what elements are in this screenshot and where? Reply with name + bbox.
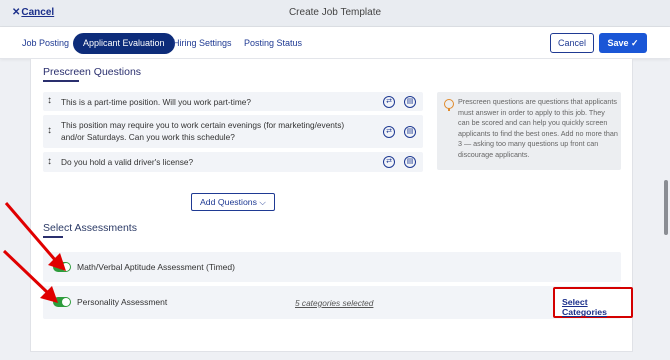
categories-selected-link[interactable]: 5 categories selected [295,298,373,308]
drag-handle-icon[interactable]: ↕ [47,95,52,106]
lightbulb-icon [444,99,454,111]
prescreen-title-underline [43,80,79,82]
assessment-label: Math/Verbal Aptitude Assessment (Timed) [77,262,235,272]
question-row[interactable]: ↕ This is a part-time position. Will you… [43,92,423,111]
add-questions-button[interactable]: Add Questions ⌵ [191,193,275,211]
scrollbar[interactable] [664,60,668,360]
tab-posting-status[interactable]: Posting Status [234,33,312,54]
tab-job-posting[interactable]: Job Posting [12,33,79,54]
assessment-row-personality: Personality Assessment 5 categories sele… [43,286,633,319]
question-text: Do you hold a valid driver's license? [61,157,194,167]
cancel-button[interactable]: Cancel [550,33,594,53]
assessment-row-math-verbal: Math/Verbal Aptitude Assessment (Timed) [43,252,621,282]
prescreen-title: Prescreen Questions [43,66,142,78]
question-text: This position may require you to work ce… [61,120,345,142]
drag-handle-icon[interactable]: ↕ [47,125,52,136]
scoring-icon[interactable]: ⇄ [383,126,395,138]
chevron-down-icon: ⌵ [259,197,266,207]
main-card: Prescreen Questions ↕ This is a part-tim… [30,59,633,352]
checkmark-icon: ✓ [631,38,639,48]
question-text: This is a part-time position. Will you w… [61,97,251,107]
top-bar: ✕Cancel Create Job Template [0,0,670,27]
add-questions-label: Add Questions [199,197,257,207]
scroll-thumb[interactable] [664,180,668,235]
tab-bar: Job Posting Applicant Evaluation Hiring … [0,27,670,59]
delete-icon[interactable]: ▤ [404,96,416,108]
question-row[interactable]: ↕ Do you hold a valid driver's license? … [43,152,423,172]
prescreen-info-text: Prescreen questions are questions that a… [458,97,618,159]
scoring-icon[interactable]: ⇄ [383,156,395,168]
save-button-label: Save [607,38,629,48]
tab-hiring-settings[interactable]: Hiring Settings [163,33,242,54]
select-categories-highlight: Select Categories [553,287,633,318]
select-categories-link[interactable]: Select Categories [562,297,631,317]
prescreen-info-box: Prescreen questions are questions that a… [437,92,621,170]
assessment-label: Personality Assessment [77,297,168,307]
scoring-icon[interactable]: ⇄ [383,96,395,108]
annotation-arrow-2 [2,249,58,303]
page-title: Create Job Template [288,7,382,18]
delete-icon[interactable]: ▤ [404,156,416,168]
drag-handle-icon[interactable]: ↕ [47,156,52,167]
tab-applicant-evaluation[interactable]: Applicant Evaluation [73,33,175,54]
question-row[interactable]: ↕ This position may require you to work … [43,115,423,148]
save-button[interactable]: Save ✓ [599,33,647,53]
delete-icon[interactable]: ▤ [404,126,416,138]
